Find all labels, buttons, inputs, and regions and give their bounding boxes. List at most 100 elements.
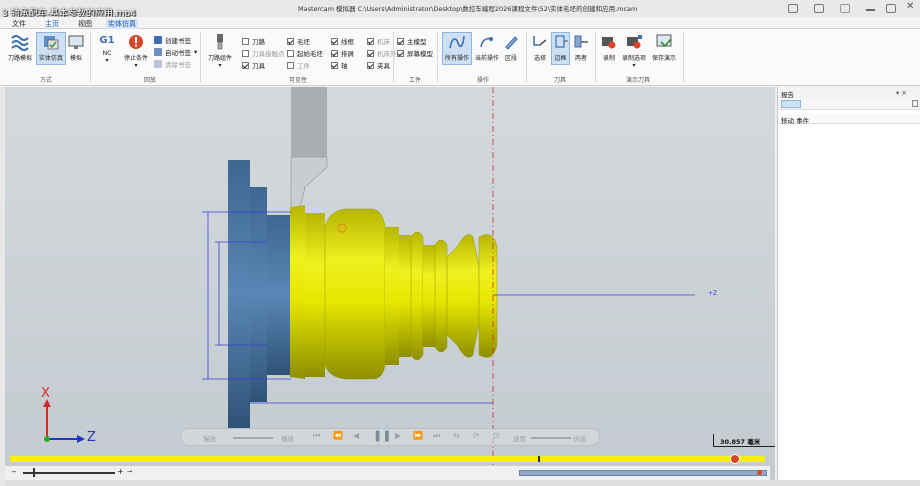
simulation-progress[interactable] [10, 454, 765, 464]
scale-label: 30.857 毫米 [720, 438, 761, 446]
step-back-icon[interactable]: ⏪ [333, 431, 343, 440]
checkbox-screen-model[interactable]: 屏幕模型 [397, 48, 433, 58]
menu-view[interactable]: 视图 [78, 19, 92, 29]
checkbox-visibility[interactable]: 毛坯 [287, 36, 310, 46]
checkbox-main-model[interactable]: 主模型 [397, 36, 427, 46]
checkbox-label: 工件 [297, 62, 310, 70]
zoom-in-icon[interactable]: + [117, 467, 124, 476]
tool-group-label: 刀具 [554, 77, 567, 84]
checkbox-box [331, 61, 338, 69]
both-button[interactable]: 两者 [572, 33, 590, 62]
clear-bookmark-label: 清除书签 [165, 61, 191, 69]
play-back-icon[interactable]: ◀ [353, 431, 359, 440]
checkbox-visibility[interactable]: 机床 [367, 36, 390, 46]
monitor-icon [67, 33, 85, 51]
scale-bar: 30.857 毫米 [713, 434, 775, 447]
record-options-button[interactable]: 录制选项 ▾ [620, 33, 648, 69]
slow-slider[interactable] [233, 437, 273, 439]
toolpath-components-button[interactable]: 刀路组件 ▾ [205, 33, 235, 69]
nc-label: NC [102, 50, 112, 57]
chevron-right-icon[interactable]: → [127, 468, 132, 475]
picture-in-picture-icon[interactable] [814, 4, 824, 13]
zoom-thumb[interactable] [33, 468, 35, 477]
checkbox-box [242, 49, 249, 57]
zoom-slider[interactable] [23, 472, 115, 474]
playback-bar: 慢放 播放 ⏮ ⏪ ◀ ❚❚ ▶ ⏩ ⏭ ⇆ ⟳ ⊡ 速度 快速 [180, 428, 600, 446]
simulate-label: 模拟 [69, 55, 82, 62]
record-button[interactable]: 录制 [599, 33, 619, 62]
report-filter-icon[interactable] [781, 100, 801, 108]
auto-bookmark-button[interactable]: 自动书签 ▾ [154, 47, 197, 57]
checkbox-visibility[interactable]: 刀具接触点 [242, 48, 285, 58]
checkbox-visibility[interactable]: 工件 [287, 60, 310, 70]
menu-solid-sim[interactable]: 实体仿真 [106, 19, 138, 29]
divider [200, 32, 201, 82]
section-button[interactable]: 区段 [501, 33, 521, 62]
checkbox-label: 毛坯 [297, 38, 310, 46]
axis-x-label: X [41, 386, 50, 401]
speed-label: 速度 [513, 435, 526, 443]
skip-end-icon[interactable]: ⏭ [433, 431, 440, 441]
frame-label: 边框 [554, 55, 567, 62]
current-operation-button[interactable]: 当前操作 [474, 33, 500, 62]
solid-sim-label: 实体仿真 [38, 55, 63, 62]
stop-condition-label: 停止条件 [123, 55, 148, 62]
pause-icon[interactable]: ❚❚ [373, 429, 391, 442]
axis-triad [43, 399, 85, 443]
visibility-group-label: 可见性 [289, 77, 308, 84]
checkbox-visibility[interactable]: 夹具 [367, 60, 390, 70]
zoom-out-icon[interactable]: − [11, 468, 17, 476]
fast-label: 快速 [573, 435, 586, 443]
checkbox-visibility[interactable]: 排屑 [331, 48, 354, 58]
simulate-button[interactable]: 模拟 [67, 33, 85, 62]
bottom-scrollbar: − + → [5, 465, 770, 480]
checkbox-visibility[interactable]: 刀路 [242, 36, 265, 46]
menu-home[interactable]: 主页 [45, 19, 59, 29]
menu-file[interactable]: 文件 [12, 19, 26, 29]
checkbox-box [287, 37, 294, 45]
save-demo-button[interactable]: 保存演示 [650, 33, 678, 62]
select-button[interactable]: 选择 [530, 33, 550, 62]
stop-condition-button[interactable]: 停止条件 ▾ [121, 33, 151, 69]
play-icon[interactable]: ▶ [395, 431, 401, 440]
bookmark-marker [538, 456, 540, 462]
clear-bookmark-icon [154, 60, 162, 68]
record-icon [600, 33, 618, 51]
all-operations-button[interactable]: 所有操作 [442, 32, 472, 65]
g1-nc-button[interactable]: G1 NC ▾ [96, 35, 118, 64]
checkbox-visibility[interactable]: 起始毛坯 [287, 48, 323, 58]
both-icon [572, 33, 590, 51]
checkbox-visibility[interactable]: 轴 [331, 60, 348, 70]
report-options-icon[interactable] [912, 100, 918, 107]
operation-group-label: 操作 [477, 77, 490, 84]
close-icon[interactable]: ✕ [906, 1, 914, 12]
frame-button[interactable]: 边框 [551, 32, 570, 65]
chevron-down-icon: ▾ [194, 48, 198, 56]
progress-knob[interactable] [729, 454, 740, 464]
stop-icon[interactable]: ⊡ [493, 431, 500, 440]
solid-sim-button[interactable]: 实体仿真 [36, 32, 66, 65]
loop-icon[interactable]: ⟳ [473, 431, 480, 440]
mute-icon[interactable] [840, 4, 850, 13]
toolpath-sim-button[interactable]: 刀路模拟 [6, 33, 34, 62]
minimize-icon[interactable] [866, 9, 875, 11]
create-bookmark-button[interactable]: 创建书签 [154, 35, 191, 45]
checkbox-visibility[interactable]: 线框 [331, 36, 354, 46]
clear-bookmark-button[interactable]: 清除书签 [154, 59, 191, 69]
simulation-viewport[interactable]: X Z +Z 30.857 毫米 [5, 87, 775, 480]
solid-sim-icon [42, 33, 60, 51]
skip-start-icon[interactable]: ⏮ [313, 431, 320, 441]
timeline-scroll-thumb[interactable] [519, 470, 767, 476]
repeat-icon[interactable]: ⇆ [453, 431, 460, 440]
speed-slider[interactable] [531, 437, 571, 439]
divider [683, 32, 684, 82]
camera-icon[interactable] [788, 4, 798, 13]
step-forward-icon[interactable]: ⏩ [413, 431, 423, 440]
checkbox-label: 轴 [341, 62, 348, 70]
checkbox-visibility[interactable]: 刀具 [242, 60, 265, 70]
panel-pin-close-icon[interactable]: ▾ ✕ [896, 89, 907, 97]
record-label: 录制 [602, 55, 615, 62]
slow-label: 慢放 [203, 435, 216, 443]
workpiece-part [290, 205, 498, 380]
maximize-icon[interactable] [886, 4, 896, 13]
